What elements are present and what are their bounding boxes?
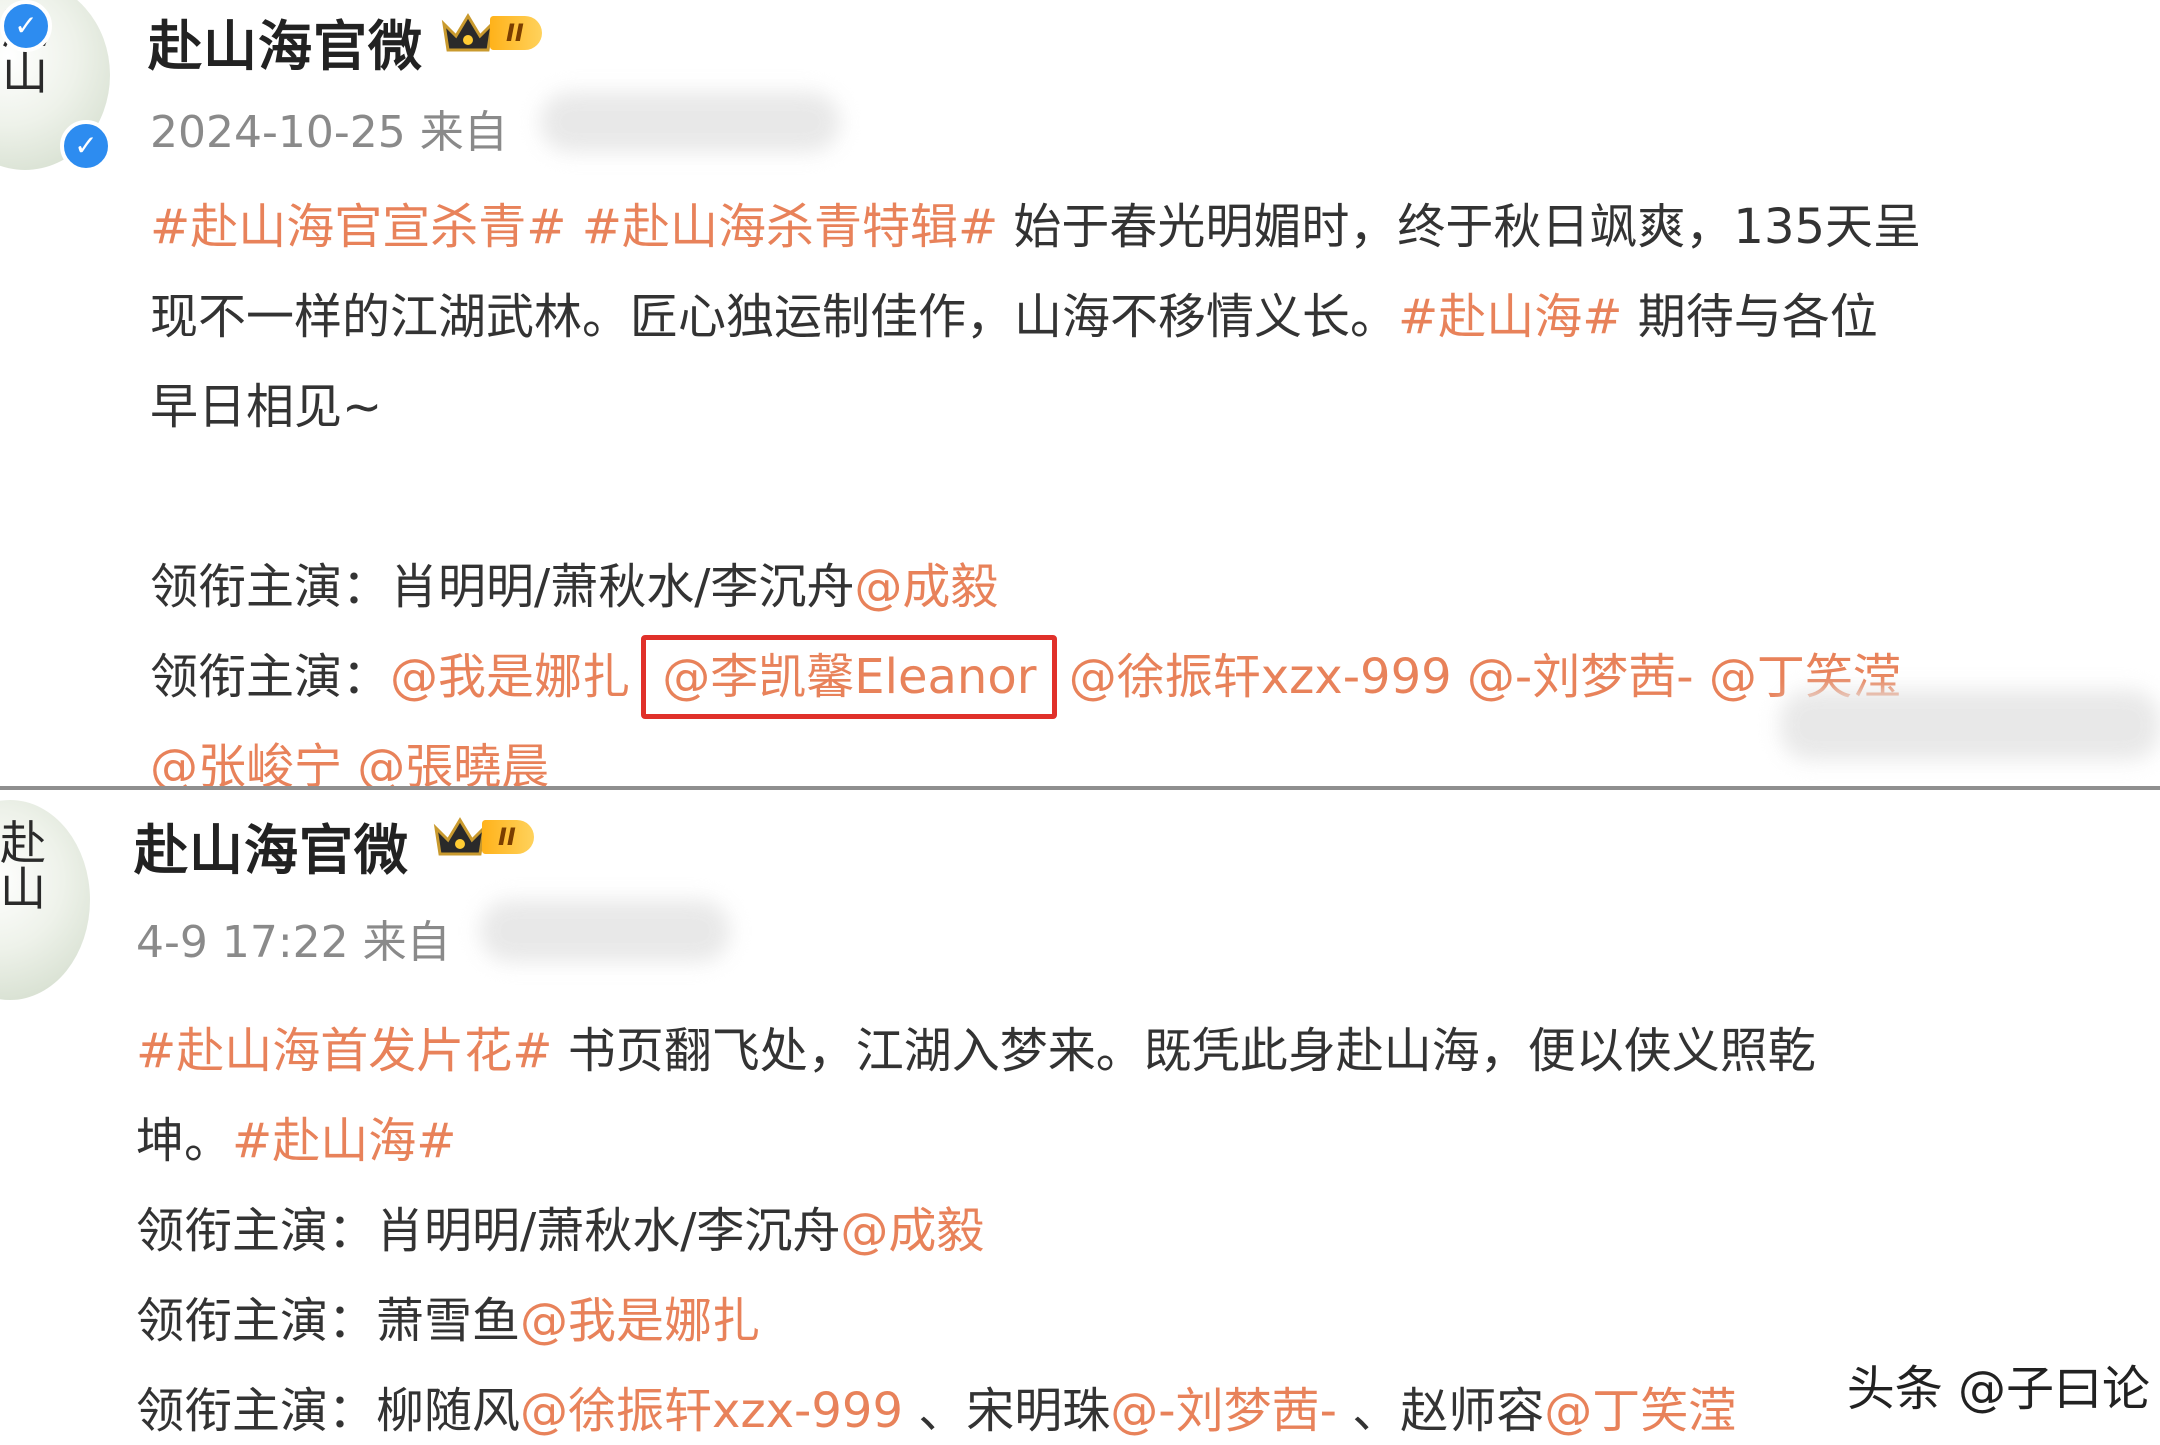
cast-line-2: 领衔主演：萧雪鱼@我是娜扎 xyxy=(136,1276,2136,1366)
separator: 、 xyxy=(918,1383,967,1439)
blurred-area xyxy=(1780,690,2160,760)
mention-link[interactable]: @丁笑滢 xyxy=(1544,1383,1736,1439)
body-text: 坤。 xyxy=(136,1113,233,1169)
mention-link[interactable]: @成毅 xyxy=(854,559,998,615)
mention-link[interactable]: @徐振轩xzx-999 xyxy=(1069,649,1452,705)
hashtag-link[interactable]: #赴山海# xyxy=(1398,289,1622,345)
cast-label: 领衔主演： xyxy=(136,1383,377,1439)
blurred-source xyxy=(540,92,840,152)
hashtag-link[interactable]: #赴山海# xyxy=(232,1113,456,1169)
verified-icon: ✓ xyxy=(60,120,112,172)
body-text: 始于春光明媚时，终于秋日飒爽，135天呈 xyxy=(998,199,1922,255)
post-body: #赴山海首发片花# 书页翻飞处，江湖入梦来。既凭此身赴山海，便以侠义照乾 坤。#… xyxy=(136,1006,2136,1445)
vip-level-label: II xyxy=(482,820,534,854)
body-line-1: #赴山海首发片花# 书页翻飞处，江湖入梦来。既凭此身赴山海，便以侠义照乾 xyxy=(136,1006,2136,1096)
verified-icon: ✓ xyxy=(0,0,52,52)
cast-role: 赵师容 xyxy=(1400,1383,1545,1439)
cast-line-3: 领衔主演：柳随风@徐振轩xzx-999 、宋明珠@-刘梦茜- 、赵师容@丁笑滢 xyxy=(136,1366,2136,1445)
cast-label: 领衔主演： xyxy=(150,649,391,705)
hashtag-link[interactable]: #赴山海官宣杀青# xyxy=(150,199,566,255)
crown-icon xyxy=(433,817,487,856)
mention-link[interactable]: @我是娜扎 xyxy=(520,1293,760,1349)
separator: 、 xyxy=(1352,1383,1401,1439)
cast-role: 宋明珠 xyxy=(966,1383,1111,1439)
hashtag-link[interactable]: #赴山海首发片花# xyxy=(136,1023,552,1079)
cast-label: 领衔主演： xyxy=(150,559,391,615)
mention-link[interactable]: @徐振轩xzx-999 xyxy=(520,1383,903,1439)
weibo-post-1: 赴山 ✓ 赴山海官微 II 2024-10-25 来自 #赴山海官宣杀青# #赴… xyxy=(0,0,2160,788)
body-text: 书页翻飞处，江湖入梦来。既凭此身赴山海，便以侠义照乾 xyxy=(552,1023,1816,1079)
body-text: 期待与各位 xyxy=(1622,289,1878,345)
mention-link[interactable]: @張曉晨 xyxy=(357,739,549,788)
hashtag-link[interactable]: #赴山海杀青特辑# xyxy=(582,199,998,255)
mention-link[interactable]: @-刘梦茜- xyxy=(1110,1383,1337,1439)
cast-line-1: 领衔主演：肖明明/萧秋水/李沉舟@成毅 xyxy=(136,1186,2136,1276)
source-label: 来自 xyxy=(362,917,451,968)
cast-role: 柳随风 xyxy=(376,1383,521,1439)
cast-roles: 肖明明/萧秋水/李沉舟 xyxy=(390,559,855,615)
weibo-post-2: 赴山 赴山海官微 II 4-9 17:22 来自 #赴山海首发片花# 书页翻飞处… xyxy=(0,790,2160,1445)
account-avatar[interactable]: 赴山 xyxy=(0,800,90,1000)
mention-link[interactable]: @张峻宁 xyxy=(150,739,342,788)
cast-label: 领衔主演： xyxy=(136,1203,377,1259)
body-line-3: 早日相见~ xyxy=(150,379,383,435)
vip-badge[interactable]: II xyxy=(440,8,542,58)
crown-icon xyxy=(441,13,495,52)
watermark: 头条 @子曰论 xyxy=(1846,1361,2150,1417)
body-line-2: 现不一样的江湖武林。匠心独运制佳作，山海不移情义长。#赴山海# 期待与各位 xyxy=(150,272,2140,362)
cast-line-1: 领衔主演：肖明明/萧秋水/李沉舟@成毅 xyxy=(150,542,2140,632)
avatar-calligraphy: 赴山 xyxy=(0,816,46,916)
cast-label: 领衔主演： xyxy=(136,1293,377,1349)
body-line-1: #赴山海官宣杀青# #赴山海杀青特辑# 始于春光明媚时，终于秋日飒爽，135天呈 xyxy=(150,182,2140,272)
post-meta: 4-9 17:22 来自 xyxy=(136,906,451,970)
cast-roles: 萧雪鱼 xyxy=(376,1293,521,1349)
account-name[interactable]: 赴山海官微 xyxy=(148,2,423,81)
vip-level-label: II xyxy=(490,16,542,50)
mention-link-boxed[interactable]: @李凯馨Eleanor xyxy=(662,649,1036,705)
account-name[interactable]: 赴山海官微 xyxy=(134,806,409,885)
body-text: 现不一样的江湖武林。匠心独运制佳作，山海不移情义长。 xyxy=(150,289,1399,345)
post-date: 2024-10-25 xyxy=(150,107,406,158)
mention-link[interactable]: @-刘梦茜- xyxy=(1467,649,1694,705)
blurred-source xyxy=(480,900,730,962)
mention-link[interactable]: @成毅 xyxy=(840,1203,984,1259)
post-meta: 2024-10-25 来自 xyxy=(150,96,508,160)
body-line-2: 坤。#赴山海# xyxy=(136,1096,2136,1186)
highlight-box: @李凯馨Eleanor xyxy=(641,635,1058,719)
vip-badge[interactable]: II xyxy=(432,812,534,862)
cast-roles: 肖明明/萧秋水/李沉舟 xyxy=(376,1203,841,1259)
source-label: 来自 xyxy=(419,107,508,158)
mention-link[interactable]: @我是娜扎 xyxy=(390,649,630,705)
post-date: 4-9 17:22 xyxy=(136,917,349,968)
